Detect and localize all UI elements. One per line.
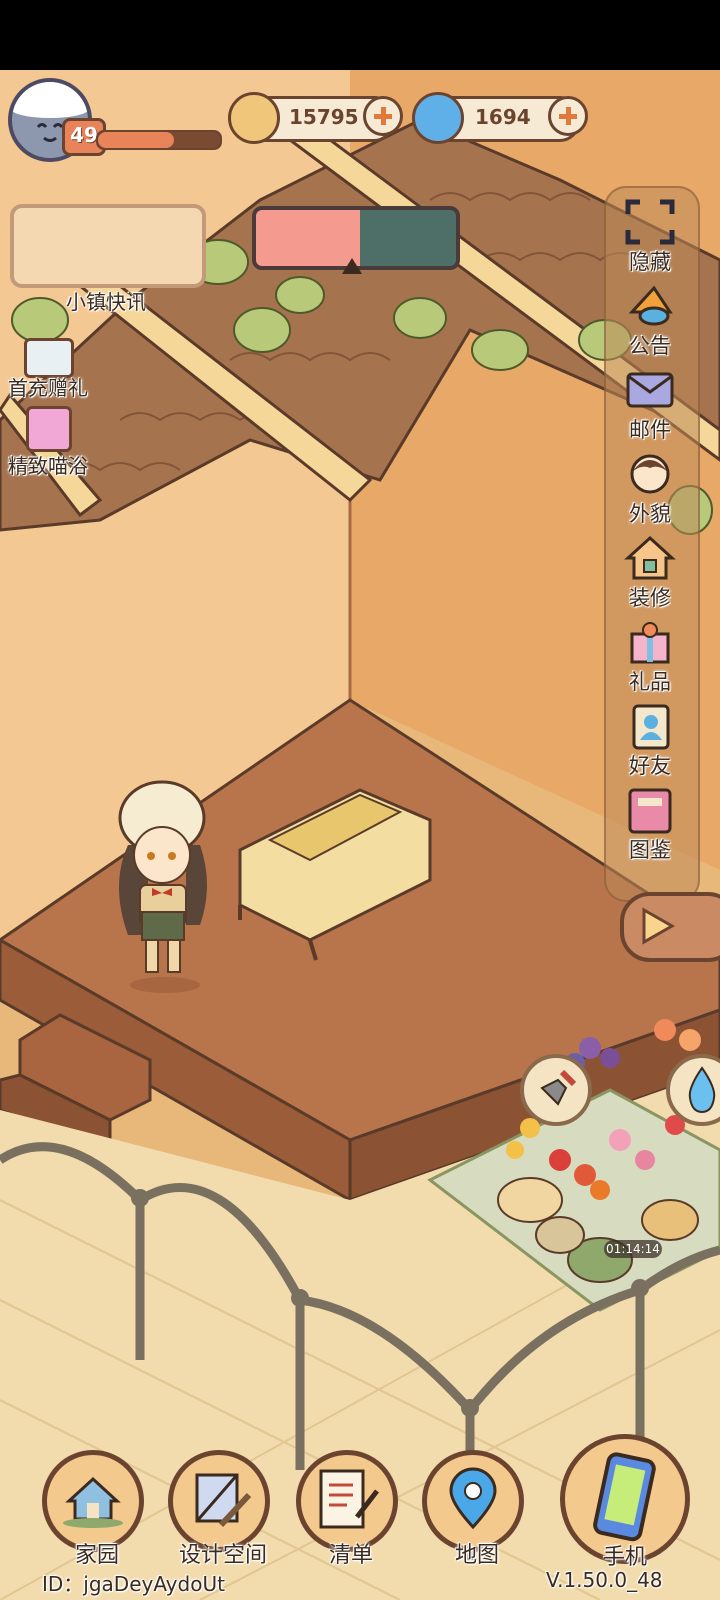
menu-friends-label: 好友 <box>629 754 671 778</box>
swirl-gem-icon <box>412 92 464 144</box>
menu-announcement[interactable]: 公告 <box>612 280 688 362</box>
exp-bar <box>96 130 222 150</box>
menu-decorate[interactable]: 装修 <box>612 532 688 614</box>
menu-collection[interactable]: 图鉴 <box>612 784 688 866</box>
play-arrow-icon <box>642 907 676 945</box>
town-news-label: 小镇快讯 <box>66 290 146 314</box>
first-recharge-label: 首充赠礼 <box>8 376 88 400</box>
water-button[interactable] <box>666 1054 720 1126</box>
coin-icon <box>228 92 280 144</box>
version-text: V.1.50.0_48 <box>546 1568 663 1592</box>
water-drop-icon <box>688 1066 716 1114</box>
growth-timer-text: 01:14:14 <box>606 1242 660 1256</box>
town-news-banner[interactable] <box>10 204 206 288</box>
indicator-marker <box>342 258 362 274</box>
status-bar <box>0 0 720 70</box>
expand-panel-button[interactable] <box>620 892 720 962</box>
decorate-house-icon <box>624 535 676 580</box>
menu-appearance[interactable]: 外貌 <box>612 448 688 530</box>
add-coin-button[interactable] <box>363 96 403 136</box>
nav-phone-label: 手机 <box>602 1545 647 1570</box>
friends-icon <box>632 704 670 750</box>
menu-announcement-label: 公告 <box>629 334 671 358</box>
menu-mail-label: 邮件 <box>629 418 671 442</box>
announcement-icon <box>628 285 673 326</box>
menu-hide[interactable]: 隐藏 <box>612 196 688 278</box>
menu-collection-label: 图鉴 <box>629 838 671 862</box>
shovel-button[interactable] <box>520 1054 592 1126</box>
design-space-icon <box>195 1473 252 1528</box>
map-pin-icon <box>449 1467 497 1530</box>
shovel-icon <box>540 1069 577 1106</box>
nav-checklist-label: 清单 <box>328 1543 373 1568</box>
hide-frame-icon <box>625 199 675 245</box>
menu-gift[interactable]: 礼品 <box>612 616 688 698</box>
player-id-text: ID：jgaDeyAydoUt <box>42 1572 225 1596</box>
gift-icon <box>630 622 670 664</box>
nav-phone[interactable]: 手机 <box>560 1434 690 1570</box>
menu-mail[interactable]: 邮件 <box>612 364 688 446</box>
nav-map[interactable]: 地图 <box>422 1450 524 1568</box>
appearance-icon <box>630 454 670 494</box>
nav-checklist[interactable]: 清单 <box>296 1450 398 1568</box>
gift-bow-icon <box>26 406 72 452</box>
checklist-icon <box>319 1469 379 1529</box>
exp-bar-fill <box>98 132 174 148</box>
coin-value: 15795 <box>289 105 359 129</box>
menu-hide-label: 隐藏 <box>629 250 671 274</box>
add-gem-button[interactable] <box>548 96 588 136</box>
gem-value: 1694 <box>475 105 531 129</box>
nav-map-label: 地图 <box>454 1543 499 1568</box>
collection-book-icon <box>628 788 672 834</box>
menu-appearance-label: 外貌 <box>629 502 671 526</box>
home-icon <box>63 1476 123 1528</box>
nav-design-space-label: 设计空间 <box>178 1543 267 1568</box>
menu-decorate-label: 装修 <box>629 586 671 610</box>
cat-bath-label: 精致喵浴 <box>8 454 88 478</box>
menu-gift-label: 礼品 <box>629 670 671 694</box>
mail-icon <box>626 372 674 408</box>
growth-timer: 01:14:14 <box>604 1240 662 1258</box>
nav-design-space[interactable]: 设计空间 <box>168 1450 270 1568</box>
nav-home-label: 家园 <box>74 1543 119 1568</box>
menu-friends[interactable]: 好友 <box>612 700 688 782</box>
nav-home[interactable]: 家园 <box>42 1450 144 1568</box>
